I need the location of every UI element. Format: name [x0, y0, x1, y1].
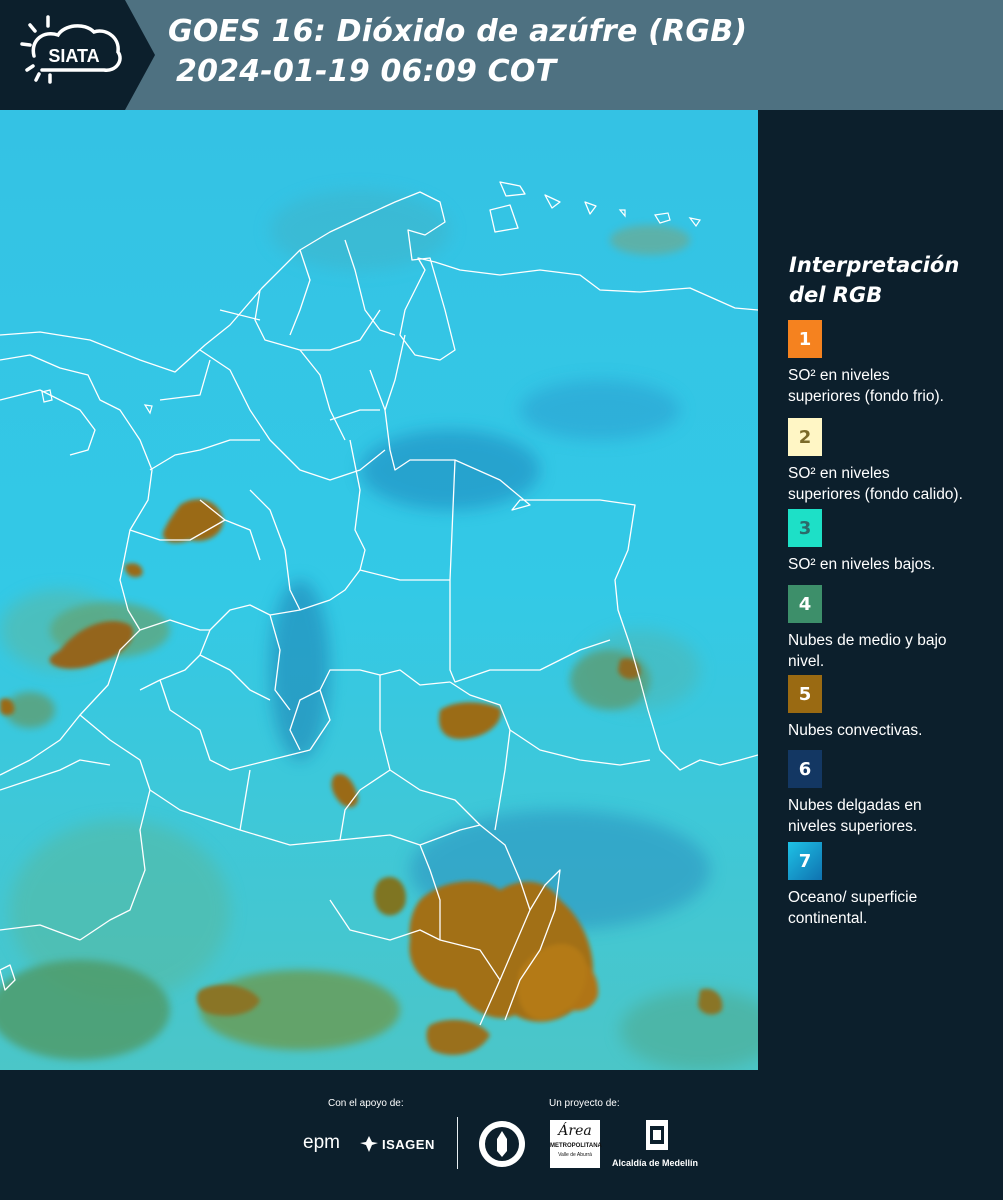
area-logo-line3: Valle de Aburrá — [558, 1152, 592, 1158]
legend-swatch-7: 7 — [788, 842, 822, 880]
legend-label: Nubes de medio y bajo nivel. — [788, 632, 947, 670]
siata-logo-text: SIATA — [48, 46, 99, 66]
legend-label: SO² en niveles superiores (fondo frio). — [788, 367, 944, 405]
isagen-icon — [360, 1136, 378, 1152]
legend-label: Nubes delgadas en niveles superiores. — [788, 797, 922, 835]
legend-label: SO² en niveles bajos. — [788, 556, 936, 573]
legend-swatch-6: 6 — [788, 750, 822, 788]
legend-swatch-1: 1 — [788, 320, 822, 358]
page-title: GOES 16: Dióxido de azúfre (RGB) — [168, 14, 748, 49]
alcaldia-shield-icon — [646, 1120, 668, 1150]
legend-item-7: 7 Oceano/ superficie continental. — [788, 842, 998, 929]
legend-number: 4 — [798, 593, 812, 615]
header-bar: SIATA GOES 16: Dióxido de azúfre (RGB) 2… — [0, 0, 1003, 110]
legend-label: Nubes convectivas. — [788, 722, 923, 739]
footer-divider — [457, 1117, 458, 1169]
legend-item-3: 3 SO² en niveles bajos. — [788, 509, 998, 575]
legend-number: 7 — [798, 850, 812, 872]
legend-item-1: 1 SO² en niveles superiores (fondo frio)… — [788, 320, 998, 407]
satellite-map[interactable] — [0, 110, 758, 1070]
legend-label: Oceano/ superficie continental. — [788, 889, 918, 927]
legend-number: 5 — [798, 683, 812, 705]
legend-item-5: 5 Nubes convectivas. — [788, 675, 998, 741]
isagen-logo: ISAGEN — [358, 1133, 435, 1155]
siata-logo-tab: SIATA — [0, 0, 155, 110]
epm-logo-text: epm — [303, 1132, 340, 1153]
support-caption: Con el apoyo de: — [328, 1098, 404, 1109]
legend-item-6: 6 Nubes delgadas en niveles superiores. — [788, 750, 998, 837]
legend-item-2: 2 SO² en niveles superiores (fondo calid… — [788, 418, 998, 505]
legend-item-4: 4 Nubes de medio y bajo nivel. — [788, 585, 998, 672]
legend-panel: Interpretación del RGB 1 SO² en niveles … — [758, 110, 1003, 1070]
city-seal-icon — [479, 1121, 525, 1167]
epm-logo: epm — [303, 1132, 340, 1154]
alcaldia-label: Alcaldía de Medellín — [612, 1158, 699, 1168]
area-metropolitana-logo: Área METROPOLITANA Valle de Aburrá — [550, 1120, 602, 1168]
footer: Con el apoyo de: Un proyecto de: epm ISA… — [0, 1070, 1003, 1200]
area-logo-line2: METROPOLITANA — [550, 1143, 602, 1149]
project-caption: Un proyecto de: — [549, 1098, 620, 1109]
page-timestamp: 2024-01-19 06:09 COT — [176, 54, 557, 89]
legend-number: 6 — [798, 758, 812, 780]
legend-number: 2 — [798, 426, 812, 448]
legend-swatch-2: 2 — [788, 418, 822, 456]
area-logo-script: Área — [558, 1123, 592, 1139]
legend-title: Interpretación del RGB — [789, 253, 960, 307]
legend-number: 3 — [798, 517, 812, 539]
legend-label: SO² en niveles superiores (fondo calido)… — [788, 465, 963, 503]
legend-number: 1 — [798, 328, 812, 350]
isagen-logo-text: ISAGEN — [382, 1136, 435, 1152]
legend-swatch-3: 3 — [788, 509, 822, 547]
legend-swatch-4: 4 — [788, 585, 822, 623]
legend-swatch-5: 5 — [788, 675, 822, 713]
